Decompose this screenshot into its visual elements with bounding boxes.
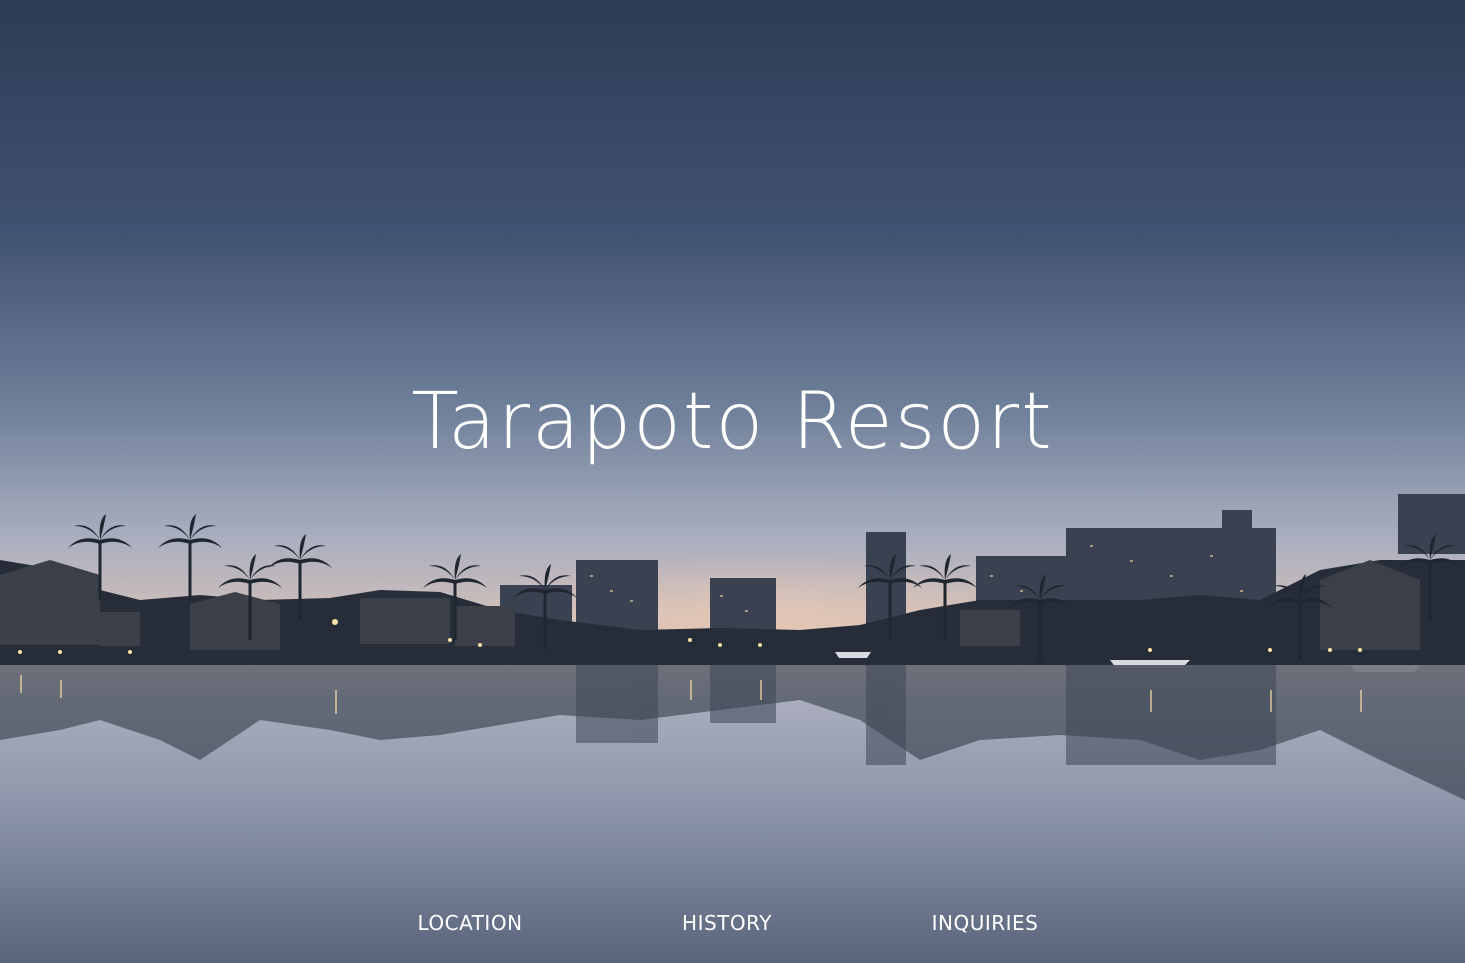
hero-background-image — [0, 0, 1465, 963]
nav-link-location[interactable]: LOCATION — [370, 905, 570, 941]
hero-banner: Tarapoto Resort LOCATION HISTORY INQUIRI… — [0, 0, 1465, 963]
nav-link-history[interactable]: HISTORY — [627, 905, 827, 941]
site-title: Tarapoto Resort — [411, 377, 1054, 467]
main-navigation: LOCATION HISTORY INQUIRIES — [0, 905, 1465, 945]
nav-link-inquiries[interactable]: INQUIRIES — [885, 905, 1085, 941]
